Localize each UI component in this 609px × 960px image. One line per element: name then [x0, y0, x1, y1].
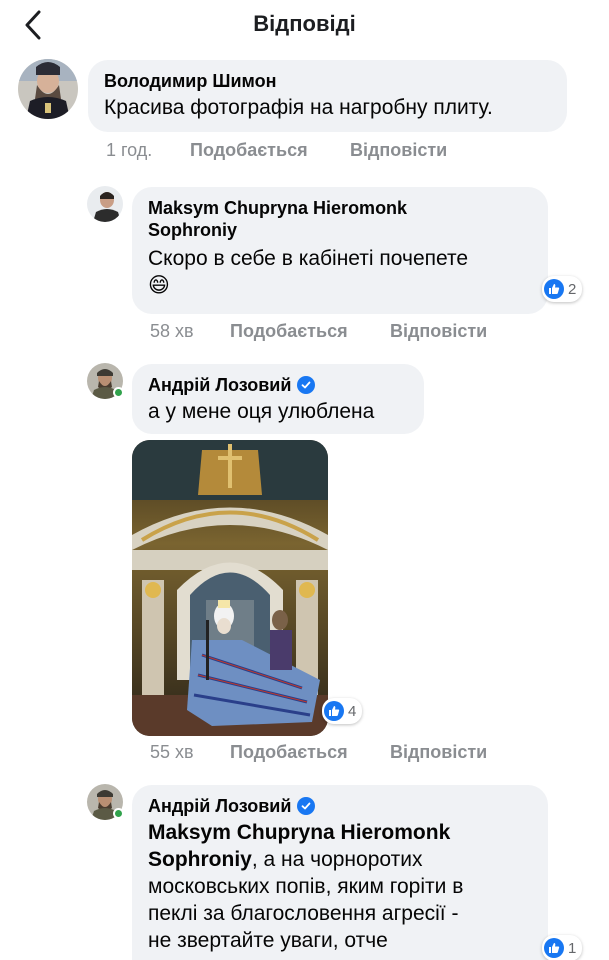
comment-actions: 1 год. Подобається Відповісти: [106, 140, 447, 161]
attached-photo[interactable]: [132, 440, 328, 736]
like-button[interactable]: Подобається: [230, 742, 390, 763]
reply-button[interactable]: Відповісти: [390, 321, 487, 342]
like-button[interactable]: Подобається: [190, 140, 350, 161]
emoji-grinning: 😄: [148, 274, 170, 297]
page-title: Відповіді: [253, 11, 356, 36]
comment-author[interactable]: Андрій Лозовий: [148, 795, 532, 817]
comment-actions: 58 хв Подобається Відповісти: [150, 321, 487, 342]
reaction-count-badge[interactable]: 4: [322, 698, 363, 724]
mention-link[interactable]: Maksym Chupryna Hieromonk: [148, 819, 532, 846]
reaction-count-badge[interactable]: 2: [542, 276, 583, 302]
comment-actions: 55 хв Подобається Відповісти: [150, 742, 487, 763]
top-bar: Відповіді: [0, 0, 609, 50]
like-reaction-icon: [324, 701, 344, 721]
comment-author[interactable]: Maksym Chupryna Hieromonk Sophroniy: [148, 197, 532, 241]
comment-text: Скоро в себе в кабінеті почепете 😄: [148, 245, 532, 299]
comment-text: Maksym Chupryna Hieromonk Sophroniy, а н…: [148, 819, 532, 954]
online-status-dot: [113, 808, 124, 819]
like-reaction-icon: [544, 938, 564, 958]
comment-text: Красива фотографія на нагробну плиту.: [104, 96, 493, 119]
verified-badge-icon: [297, 376, 316, 394]
comment-bubble: Володимир Шимон Красива фотографія на на…: [88, 60, 567, 132]
comment-author[interactable]: Андрій Лозовий: [148, 374, 408, 396]
reaction-count-badge[interactable]: 1: [542, 935, 583, 960]
verified-badge-icon: [297, 797, 316, 815]
comment-time: 55 хв: [150, 742, 194, 762]
comment-bubble: Андрій Лозовий Maksym Chupryna Hieromonk…: [132, 785, 548, 960]
avatar[interactable]: [87, 186, 123, 222]
comment-author[interactable]: Володимир Шимон: [104, 70, 551, 92]
reply-button[interactable]: Відповісти: [350, 140, 447, 161]
comment-time: 1 год.: [106, 140, 153, 160]
avatar[interactable]: [18, 59, 78, 119]
online-status-dot: [113, 387, 124, 398]
like-button[interactable]: Подобається: [230, 321, 390, 342]
comment-bubble: Maksym Chupryna Hieromonk Sophroniy Скор…: [132, 187, 548, 314]
comment-text: а у мене оця улюблена: [148, 400, 375, 423]
reply-button[interactable]: Відповісти: [390, 742, 487, 763]
comment-time: 58 хв: [150, 321, 194, 341]
like-reaction-icon: [544, 279, 564, 299]
mention-link[interactable]: Sophroniy: [148, 848, 252, 871]
comment-bubble: Андрій Лозовий а у мене оця улюблена: [132, 364, 424, 434]
